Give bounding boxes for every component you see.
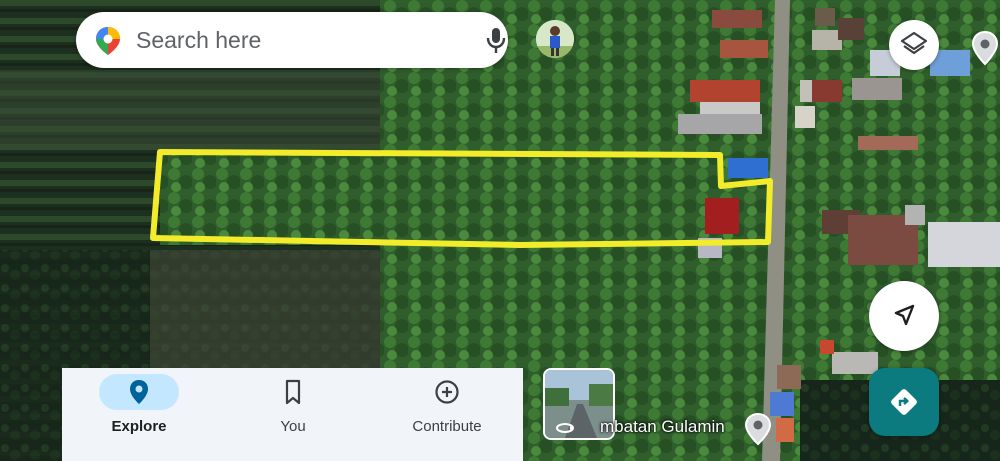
directions-button[interactable] [869, 368, 939, 436]
layers-icon [900, 31, 928, 55]
map-marker-icon[interactable] [970, 30, 1000, 66]
nav-label: You [280, 418, 306, 435]
place-marker-icon[interactable] [744, 412, 772, 446]
directions-icon [891, 389, 917, 415]
layers-button[interactable] [889, 20, 939, 70]
search-bar[interactable]: Search here [76, 12, 574, 68]
microphone-icon[interactable] [482, 25, 510, 55]
avatar[interactable] [536, 20, 574, 58]
nav-explore[interactable]: Explore [62, 368, 216, 461]
navigation-arrow-icon [894, 304, 915, 326]
nav-label: Explore [111, 418, 167, 435]
bookmark-icon [285, 379, 301, 405]
add-circle-icon [435, 380, 459, 404]
location-pin-icon [130, 380, 148, 404]
maps-logo-icon [96, 27, 120, 55]
nav-you[interactable]: You [216, 368, 370, 461]
place-label[interactable]: mbatan Gulamin [600, 417, 725, 437]
bottom-navigation: Explore You Contribute [62, 368, 523, 461]
my-location-button[interactable] [869, 281, 939, 351]
profile-photo [536, 20, 574, 58]
nav-label: Contribute [412, 418, 482, 435]
nav-contribute[interactable]: Contribute [370, 368, 524, 461]
search-placeholder[interactable]: Search here [136, 27, 261, 54]
